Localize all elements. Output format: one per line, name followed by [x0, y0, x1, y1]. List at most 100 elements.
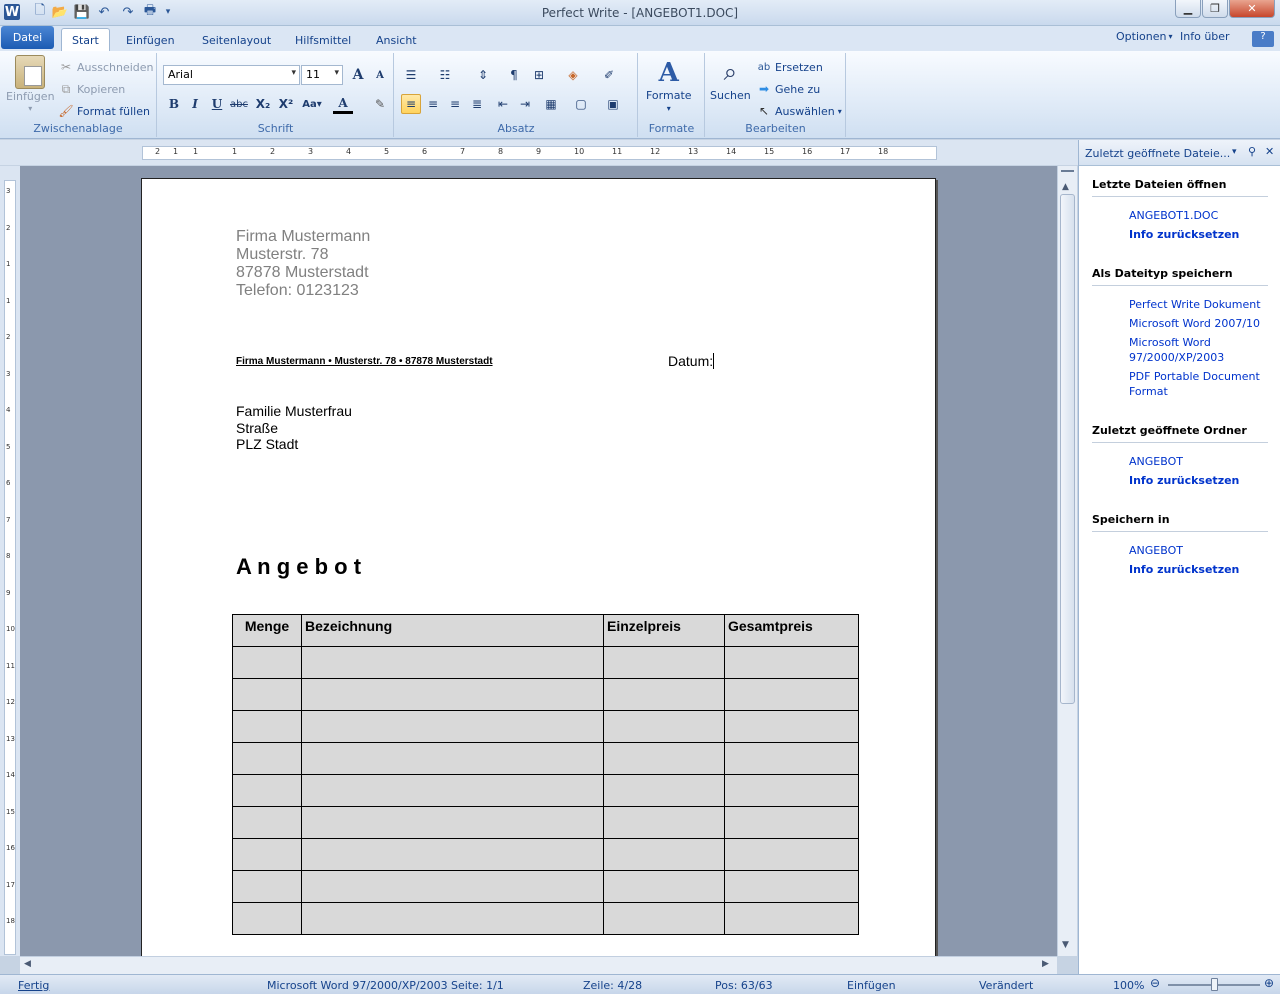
pane-link[interactable]: Perfect Write Dokument	[1129, 297, 1269, 312]
tab-hilfsmittel[interactable]: Hilfsmittel	[285, 30, 361, 51]
table-header-cell[interactable]: Bezeichnung	[301, 614, 604, 647]
font-color-icon[interactable]: A	[333, 94, 353, 114]
zoom-out-icon[interactable]: ⊖	[1150, 976, 1160, 990]
increase-indent-icon[interactable]: ⇥	[515, 94, 535, 114]
table-cell[interactable]	[232, 774, 302, 807]
table-cell[interactable]	[603, 806, 725, 839]
tab-seitenlayout[interactable]: Seitenlayout	[192, 30, 281, 51]
scroll-thumb[interactable]	[1060, 194, 1075, 704]
font-name-select[interactable]: Arial	[163, 65, 300, 85]
pane-link[interactable]: Info zurücksetzen	[1129, 227, 1269, 242]
maximize-button[interactable]: ❐	[1202, 0, 1228, 18]
table-cell[interactable]	[724, 646, 859, 679]
paste-button[interactable]: Einfügen ▾	[6, 55, 55, 113]
help-icon[interactable]: ?	[1252, 31, 1274, 47]
line-spacing-icon[interactable]: ⇕	[473, 65, 493, 85]
strikethrough-icon[interactable]: abc	[229, 94, 249, 114]
goto-button[interactable]: ➡ Gehe zu	[756, 81, 820, 97]
table-cell[interactable]	[603, 838, 725, 871]
replace-button[interactable]: ab Ersetzen	[756, 59, 823, 75]
grow-font-icon[interactable]: A	[348, 65, 368, 85]
table-cell[interactable]	[724, 870, 859, 903]
table-cell[interactable]	[232, 710, 302, 743]
pane-link[interactable]: Info zurücksetzen	[1129, 473, 1269, 488]
horizontal-ruler[interactable]: 2 1 1 1 2 3 4 5 6 7 8 9 10 11 12 13 14 15 16 17 18	[142, 146, 937, 160]
table-cell[interactable]	[603, 678, 725, 711]
table-cell[interactable]	[724, 902, 859, 935]
numbered-list-icon[interactable]: ☷	[435, 65, 455, 85]
pane-link[interactable]: Microsoft Word 2007/10	[1129, 316, 1269, 331]
picture-icon[interactable]: ▣	[603, 94, 623, 114]
table-cell[interactable]	[232, 838, 302, 871]
borders-icon[interactable]: ⊞	[529, 65, 549, 85]
offer-table[interactable]: Menge Bezeichnung Einzelpreis Gesamtprei…	[232, 614, 859, 935]
table-cell[interactable]	[301, 806, 604, 839]
table-cell[interactable]	[232, 806, 302, 839]
table-header-cell[interactable]: Menge	[232, 614, 302, 647]
table-cell[interactable]	[724, 710, 859, 743]
horizontal-scrollbar[interactable]: ◀ ▶	[20, 956, 1057, 974]
document-page[interactable]: Firma Mustermann Musterstr. 78 87878 Mus…	[141, 178, 936, 956]
pane-link[interactable]: Info zurücksetzen	[1129, 562, 1269, 577]
italic-icon[interactable]: I	[185, 94, 205, 114]
style-brush-icon[interactable]: ✐	[599, 65, 619, 85]
date-field[interactable]: Datum:	[668, 353, 715, 369]
select-button[interactable]: ↖ Auswählen ▾	[756, 103, 842, 119]
styles-button[interactable]: A Formate ▾	[646, 59, 692, 113]
scroll-left-icon[interactable]: ◀	[24, 959, 31, 969]
tab-start[interactable]: Start	[61, 28, 110, 51]
decrease-indent-icon[interactable]: ⇤	[493, 94, 513, 114]
pane-link[interactable]: ANGEBOT1.DOC	[1129, 208, 1269, 223]
table-cell[interactable]	[724, 806, 859, 839]
bullet-list-icon[interactable]: ☰	[401, 65, 421, 85]
table-cell[interactable]	[301, 870, 604, 903]
table-cell[interactable]	[603, 646, 725, 679]
change-case-icon[interactable]: Aa▾	[302, 94, 322, 114]
subscript-icon[interactable]: X₂	[253, 94, 273, 114]
table-cell[interactable]	[301, 902, 604, 935]
table-cell[interactable]	[301, 710, 604, 743]
table-cell[interactable]	[301, 774, 604, 807]
table-cell[interactable]	[724, 838, 859, 871]
justify-icon[interactable]: ≣	[467, 94, 487, 114]
scroll-down-icon[interactable]: ▼	[1062, 940, 1069, 950]
file-menu-button[interactable]: Datei	[1, 26, 54, 49]
table-cell[interactable]	[603, 774, 725, 807]
pilcrow-icon[interactable]: ¶	[504, 65, 524, 85]
table-cell[interactable]	[724, 678, 859, 711]
table-header-cell[interactable]: Einzelpreis	[603, 614, 725, 647]
vertical-scrollbar[interactable]: ▲ ▼	[1057, 166, 1077, 956]
table-cell[interactable]	[232, 870, 302, 903]
document-area[interactable]: Firma Mustermann Musterstr. 78 87878 Mus…	[20, 166, 1057, 956]
pin-icon[interactable]: ⚲	[1248, 145, 1256, 158]
search-button[interactable]: ⌕ Suchen	[710, 59, 751, 102]
pane-link[interactable]: Microsoft Word 97/2000/XP/2003	[1129, 335, 1269, 365]
shading-icon[interactable]: ◈	[563, 65, 583, 85]
shrink-font-icon[interactable]: A	[370, 65, 390, 85]
font-size-select[interactable]: 11	[301, 65, 343, 85]
frame-icon[interactable]: ▢	[571, 94, 591, 114]
table-cell[interactable]	[603, 902, 725, 935]
table-cell[interactable]	[603, 742, 725, 775]
status-mode[interactable]: Einfügen	[847, 979, 896, 992]
tab-einfuegen[interactable]: Einfügen	[116, 30, 185, 51]
table-header-cell[interactable]: Gesamtpreis	[724, 614, 859, 647]
minimize-button[interactable]: ▁	[1175, 0, 1201, 18]
close-icon[interactable]: ✕	[1265, 145, 1274, 158]
format-fill-button[interactable]: 🖌 Format füllen	[58, 103, 150, 119]
bold-icon[interactable]: B	[164, 94, 184, 114]
close-button[interactable]: ✕	[1229, 0, 1275, 18]
table-cell[interactable]	[301, 678, 604, 711]
split-handle-icon[interactable]	[1061, 170, 1074, 176]
zoom-in-icon[interactable]: ⊕	[1264, 976, 1274, 990]
vertical-ruler[interactable]: 3 2 1 1 2 3 4 5 6 7 8 9 10 11 12 13 14 15 16 17 18	[4, 180, 16, 955]
pane-link[interactable]: ANGEBOT	[1129, 543, 1269, 558]
table-cell[interactable]	[232, 678, 302, 711]
pane-link[interactable]: ANGEBOT	[1129, 454, 1269, 469]
copy-button[interactable]: ⧉ Kopieren	[58, 81, 126, 97]
table-cell[interactable]	[724, 742, 859, 775]
chevron-down-icon[interactable]: ▾	[1232, 147, 1237, 157]
table-cell[interactable]	[232, 646, 302, 679]
superscript-icon[interactable]: X²	[276, 94, 296, 114]
info-menu[interactable]: Info über	[1170, 26, 1240, 47]
